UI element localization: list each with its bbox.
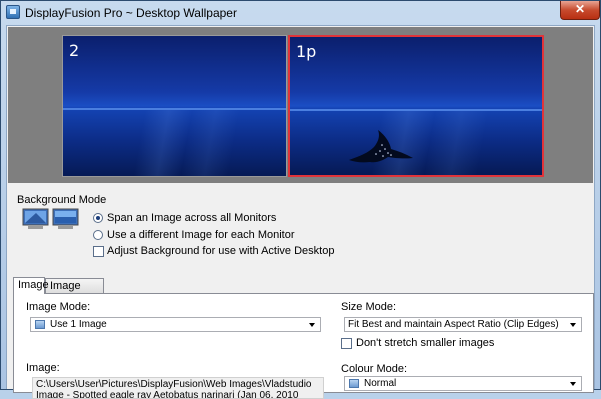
image-mode-label: Image Mode:	[26, 301, 91, 313]
tab-image-position[interactable]: Image Position	[45, 278, 104, 306]
dont-stretch-checkbox[interactable]	[341, 338, 352, 349]
monitor-single-icon	[22, 208, 49, 229]
colour-mode-icon	[349, 379, 359, 388]
chevron-down-icon	[570, 323, 576, 327]
manta-ray-image	[349, 130, 413, 163]
monitor-preview: 2 1p	[8, 27, 593, 183]
background-mode-label: Background Mode	[17, 194, 107, 206]
tab-image[interactable]: Image	[13, 277, 49, 294]
image-mode-value: Use 1 Image	[50, 319, 107, 330]
chevron-down-icon	[570, 382, 576, 386]
app-window: DisplayFusion Pro ~ Desktop Wallpaper ✕ …	[0, 0, 601, 399]
image-tab-panel: Image Mode: Use 1 Image Image: C:\Users\…	[13, 293, 594, 399]
colour-mode-select[interactable]: Normal	[344, 376, 582, 391]
size-mode-label: Size Mode:	[341, 301, 397, 313]
active-desktop-checkbox[interactable]	[93, 246, 104, 257]
monitor-label: 2	[69, 41, 80, 60]
chevron-down-icon	[309, 323, 315, 327]
monitor-1-preview[interactable]: 1p	[288, 35, 544, 177]
different-image-label[interactable]: Use a different Image for each Monitor	[107, 229, 295, 241]
close-button[interactable]: ✕	[560, 1, 600, 20]
wallpaper-rays	[63, 110, 286, 176]
size-mode-select[interactable]: Fit Best and maintain Aspect Ratio (Clip…	[344, 317, 582, 332]
image-path-field[interactable]: C:\Users\User\Pictures\DisplayFusion\Web…	[32, 377, 324, 399]
image-label: Image:	[26, 362, 60, 374]
span-image-label[interactable]: Span an Image across all Monitors	[107, 212, 276, 224]
image-mode-select[interactable]: Use 1 Image	[30, 317, 321, 332]
monitor-2-preview[interactable]: 2	[62, 35, 287, 177]
active-desktop-label[interactable]: Adjust Background for use with Active De…	[107, 245, 334, 257]
image-mode-icon	[35, 320, 45, 329]
different-image-radio[interactable]	[93, 230, 103, 240]
monitor-label: 1p	[296, 42, 317, 61]
colour-mode-value: Normal	[364, 378, 397, 389]
wallpaper-rays	[290, 111, 542, 175]
colour-mode-label: Colour Mode:	[341, 363, 408, 375]
client-area: 2 1p Background Mode Span an Image acros…	[6, 25, 595, 399]
dont-stretch-label[interactable]: Don't stretch smaller images	[356, 337, 494, 349]
monitor-dual-icon	[52, 208, 79, 229]
span-image-radio[interactable]	[93, 213, 103, 223]
window-title: DisplayFusion Pro ~ Desktop Wallpaper	[25, 6, 237, 20]
size-mode-value: Fit Best and maintain Aspect Ratio (Clip…	[348, 319, 559, 330]
app-icon	[6, 5, 20, 19]
title-bar[interactable]: DisplayFusion Pro ~ Desktop Wallpaper ✕	[1, 1, 600, 25]
